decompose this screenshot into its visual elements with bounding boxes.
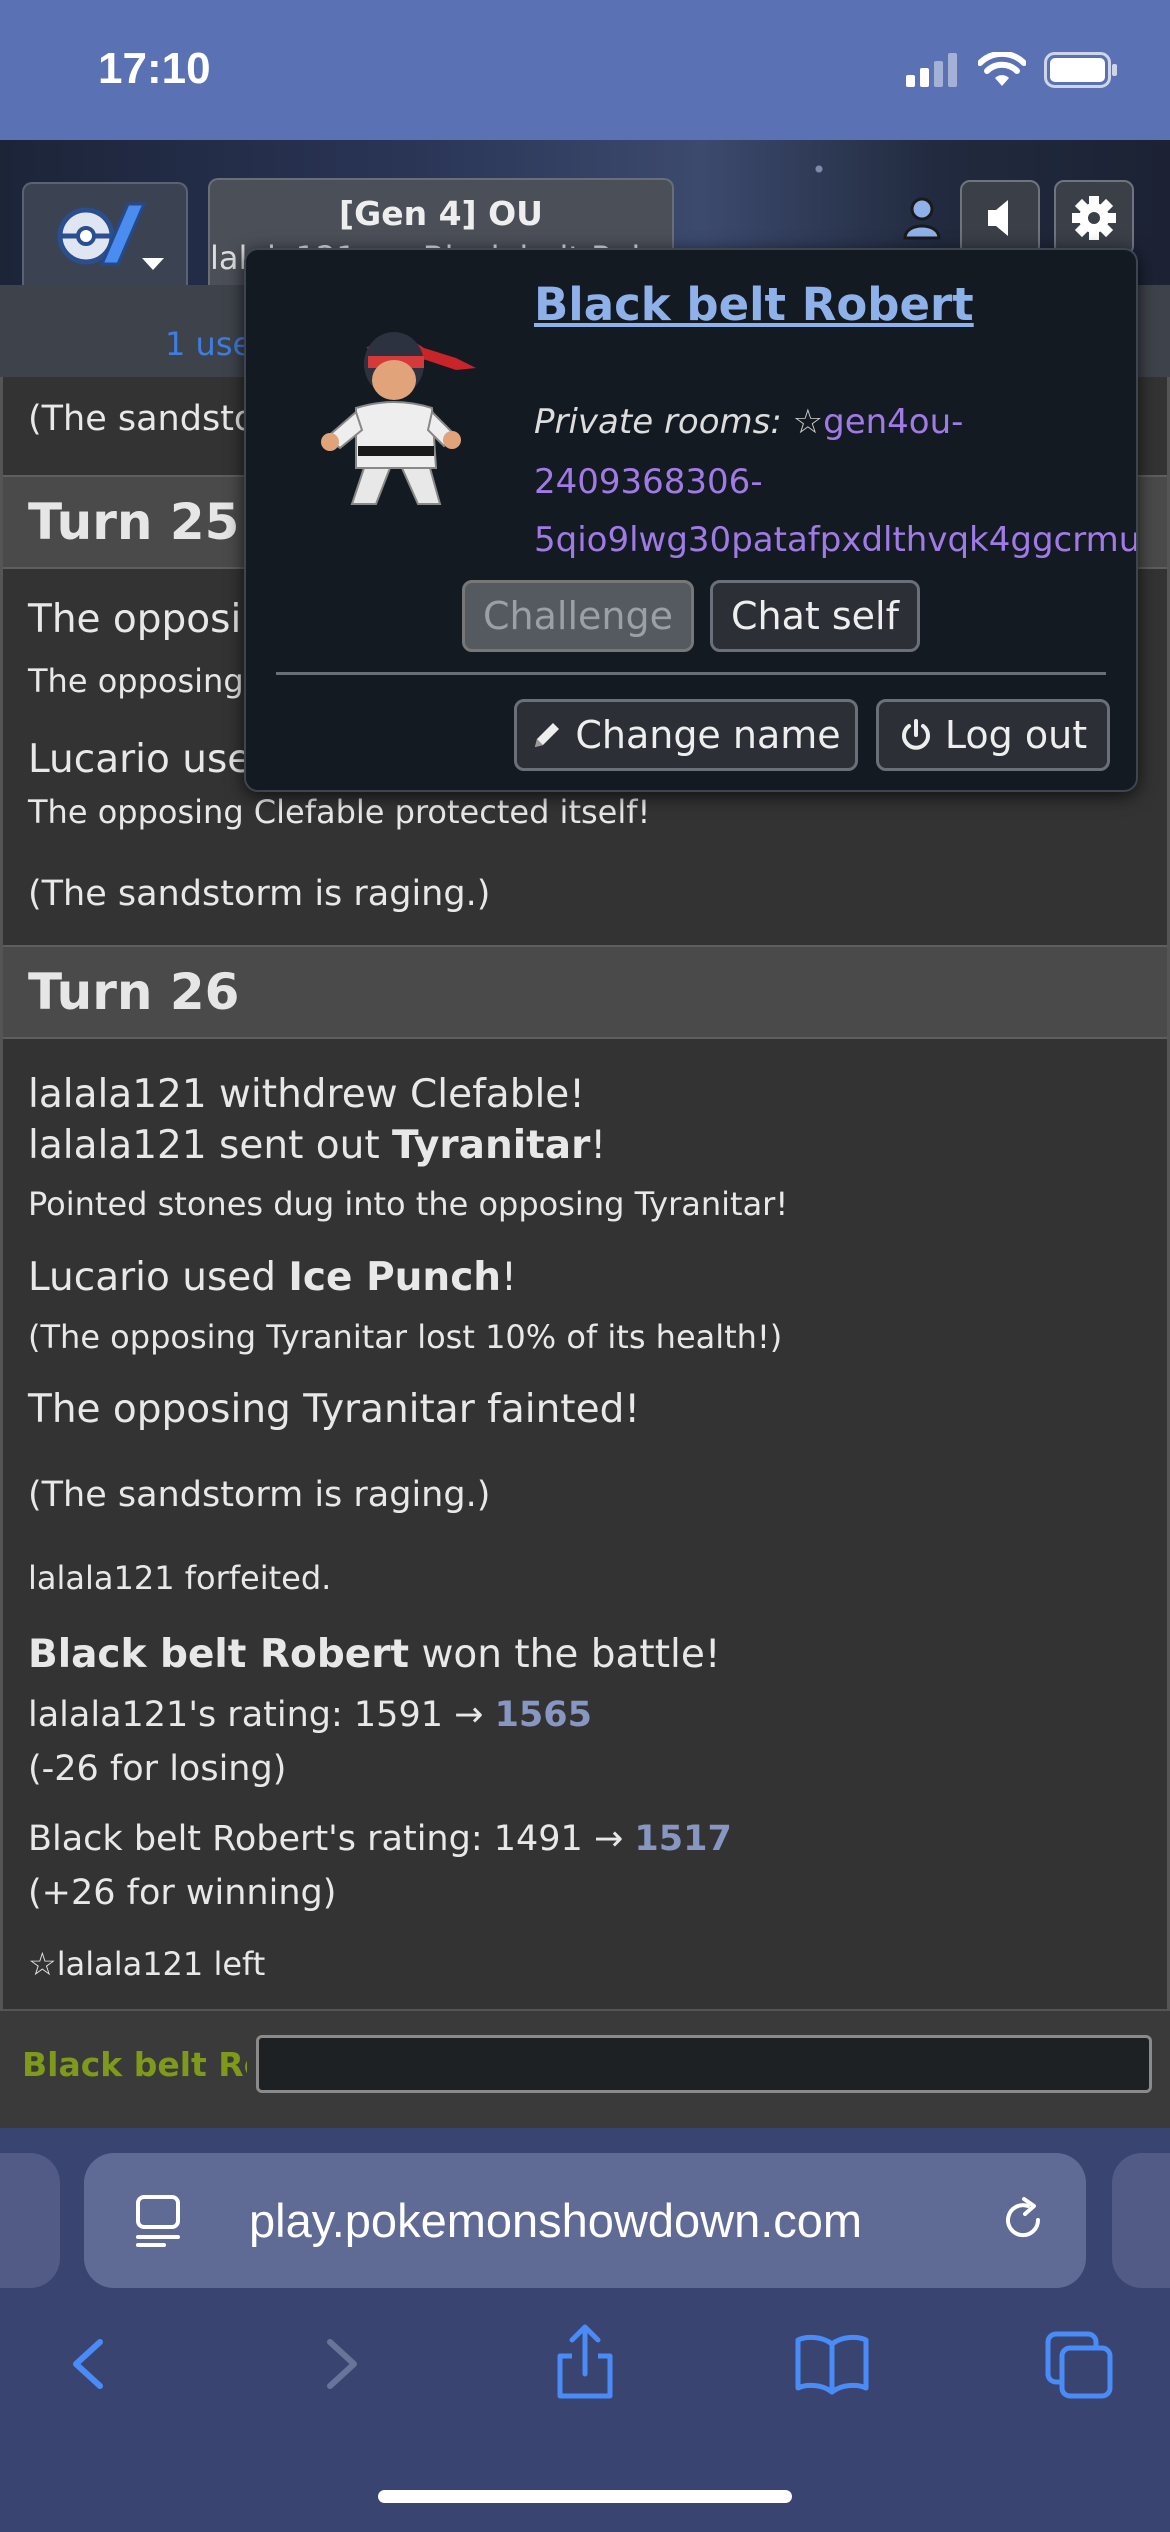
main-menu-tab[interactable] <box>22 182 188 285</box>
tabs-icon[interactable] <box>1040 2322 1120 2402</box>
rating-line: Black belt Robert's rating: 1491 → 1517 <box>28 1819 732 1859</box>
back-icon[interactable] <box>60 2322 120 2402</box>
log-line: (The sandstorm is raging.) <box>28 874 491 914</box>
reader-mode-icon[interactable] <box>134 2193 182 2249</box>
battery-icon <box>1044 52 1117 88</box>
chat-input[interactable] <box>256 2035 1152 2093</box>
bookmarks-icon[interactable] <box>792 2322 872 2402</box>
power-icon <box>901 719 930 750</box>
volume-icon <box>988 200 1008 236</box>
log-line: Lucario used Ice Punch! <box>28 1255 517 1300</box>
rating-line: lalala121's rating: 1591 → 1565 <box>28 1695 592 1735</box>
previous-tab-preview[interactable] <box>0 2153 60 2288</box>
log-line: (The opposing Tyranitar lost 10% of its … <box>28 1318 783 1356</box>
status-time: 17:10 <box>98 44 211 93</box>
log-line: Pointed stones dug into the opposing Tyr… <box>28 1185 789 1223</box>
chat-username: Black belt Robert <box>22 2045 247 2084</box>
log-line: The opposing Tyranitar fainted! <box>28 1387 640 1432</box>
popup-username-link[interactable]: Black belt Robert <box>534 278 974 331</box>
log-line: lalala121 forfeited. <box>28 1559 332 1597</box>
log-line: lalala121 withdrew Clefable! <box>28 1072 585 1117</box>
user-icon[interactable] <box>902 196 942 244</box>
settings-button[interactable] <box>1054 180 1134 256</box>
trainer-avatar <box>321 332 476 505</box>
status-bar: 17:10 <box>0 0 1170 140</box>
private-rooms-label: Private rooms: ☆gen4ou- <box>534 402 964 442</box>
private-room-link[interactable]: 5qio9lwg30patafpxdlthvqk4ggcrmupw <box>534 520 1136 560</box>
url-text: play.pokemonshowdown.com <box>249 2194 863 2247</box>
wifi-icon <box>978 52 1026 86</box>
pokemon-showdown-logo-icon <box>57 202 164 270</box>
gear-icon <box>1072 196 1116 240</box>
pencil-icon <box>535 723 560 747</box>
private-room-link[interactable]: 2409368306- <box>534 462 763 502</box>
rating-note: (+26 for winning) <box>28 1873 337 1913</box>
share-icon[interactable] <box>550 2322 620 2402</box>
turn-label: Turn 25 <box>28 493 240 551</box>
next-tab-preview[interactable] <box>1112 2153 1170 2288</box>
log-line: (The sandstorm is raging.) <box>28 1475 491 1515</box>
home-indicator[interactable] <box>378 2490 792 2503</box>
popup-divider <box>276 672 1106 675</box>
logout-label: Log out <box>944 713 1088 757</box>
challenge-button[interactable]: Challenge <box>462 580 694 652</box>
reload-icon[interactable] <box>998 2195 1048 2245</box>
private-room-link[interactable]: gen4ou- <box>823 402 963 442</box>
browser-url-area: play.pokemonshowdown.com <box>0 2128 1170 2308</box>
logout-button[interactable]: Log out <box>876 699 1110 771</box>
turn-header: Turn 26 <box>3 945 1167 1039</box>
user-popup: Black belt Robert Private rooms: ☆gen4ou… <box>244 248 1138 792</box>
turn-label: Turn 26 <box>28 963 240 1021</box>
forward-icon[interactable] <box>310 2322 370 2402</box>
cellular-signal-icon <box>906 53 957 87</box>
sound-button[interactable] <box>960 180 1040 256</box>
chat-self-button[interactable]: Chat self <box>710 580 920 652</box>
address-bar[interactable]: play.pokemonshowdown.com <box>84 2153 1086 2288</box>
rating-note: (-26 for losing) <box>28 1749 287 1789</box>
log-line: The opposing Clefable protected itself! <box>28 793 651 831</box>
battle-result: Black belt Robert won the battle! <box>28 1632 721 1677</box>
status-icons <box>906 52 1118 88</box>
chat-bar: Black belt Robert <box>0 2009 1170 2128</box>
leave-message: ☆lalala121 left <box>28 1945 266 1983</box>
log-line: lalala121 sent out Tyranitar! <box>28 1123 606 1168</box>
change-name-button[interactable]: Change name <box>514 699 858 771</box>
room-tab-title: [Gen 4] OU <box>339 194 543 233</box>
change-name-label: Change name <box>575 713 841 757</box>
